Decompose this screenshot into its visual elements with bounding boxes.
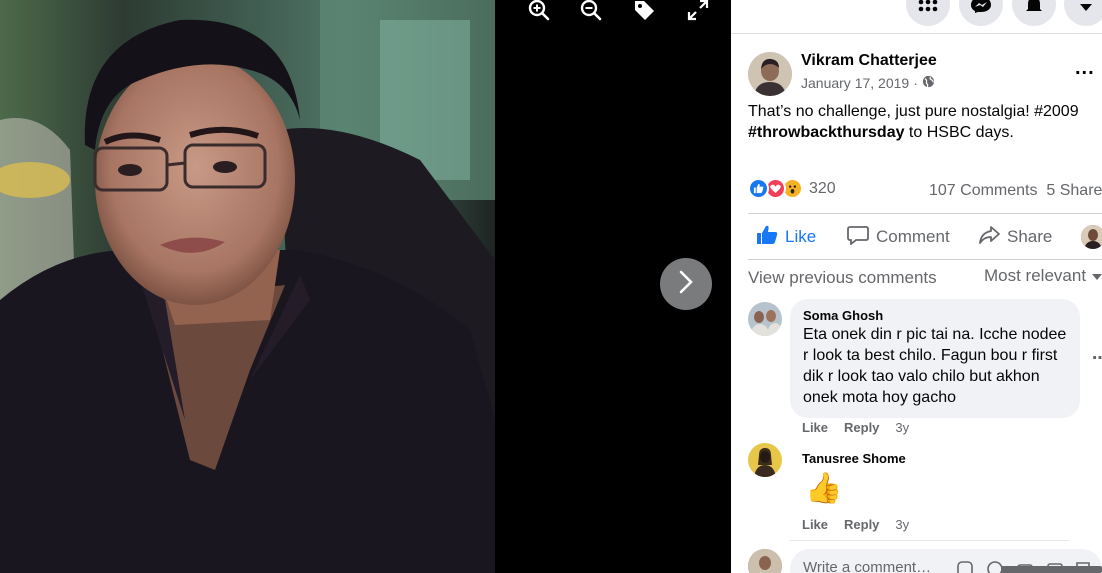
shares-count[interactable]: 5 Shares [1046, 182, 1102, 199]
caret-down-icon [1092, 266, 1102, 286]
share-button[interactable]: Share [978, 218, 1052, 256]
hashtag-throwbackthursday[interactable]: #throwbackthursday [748, 124, 904, 141]
comment-options-button[interactable]: ⋯ [1092, 348, 1102, 368]
post-photo[interactable] [0, 0, 495, 573]
thumbs-up-icon [756, 225, 778, 250]
comment-author[interactable]: Tanusree Shome [802, 451, 906, 466]
menu-grid-icon [918, 0, 938, 18]
like-button[interactable]: Like [756, 218, 816, 256]
photo-viewer [0, 0, 731, 573]
comment-time[interactable]: 3y [895, 517, 909, 532]
like-reaction-icon [748, 178, 769, 199]
react-as-avatar[interactable] [1081, 225, 1102, 249]
divider [748, 259, 1102, 260]
post-date[interactable]: January 17, 2019 [801, 75, 909, 91]
post-options-button[interactable]: ... [1075, 58, 1095, 78]
comment-actions: Like Reply 3y [802, 517, 909, 532]
comment-bubble-icon [847, 225, 869, 250]
account-caret-icon [1079, 0, 1093, 18]
view-previous-comments-link[interactable]: View previous comments [748, 268, 937, 288]
comment-label: Comment [876, 227, 950, 246]
bell-icon [1025, 0, 1043, 18]
commenter-avatar[interactable] [748, 302, 782, 336]
comment-input[interactable] [803, 559, 943, 573]
menu-grid-button[interactable] [906, 0, 950, 26]
author-name[interactable]: Vikram Chatterjee [801, 52, 937, 70]
post-side-panel: Vikram Chatterjee January 17, 2019 · ...… [731, 0, 1102, 573]
sort-label: Most relevant [984, 266, 1087, 285]
photo-post-view: Vikram Chatterjee January 17, 2019 · ...… [0, 0, 1102, 573]
post-text-part-1: That’s no challenge, just pure nostalgia… [748, 103, 1035, 120]
hashtag-2009[interactable]: #2009 [1034, 103, 1079, 120]
post-text: That’s no challenge, just pure nostalgia… [748, 101, 1093, 143]
comment-author[interactable]: Soma Ghosh [803, 308, 1067, 323]
zoom-in-icon[interactable] [525, 0, 553, 24]
globe-icon [922, 75, 935, 91]
top-navigation-bar [731, 0, 1102, 34]
post-actions-bar: Like Comment Share [748, 218, 1102, 256]
current-user-avatar[interactable] [748, 549, 782, 573]
like-label: Like [785, 227, 817, 246]
comment-text: Eta onek din r pic tai na. Icche nodee r… [803, 326, 1067, 406]
zoom-out-icon[interactable] [577, 0, 605, 24]
share-arrow-icon [978, 225, 1000, 250]
post-text-part-2: to HSBC days. [904, 124, 1014, 141]
messenger-icon [971, 0, 991, 18]
commenter-avatar[interactable] [748, 443, 782, 477]
comment-like-button[interactable]: Like [802, 420, 828, 435]
comment-sort-dropdown[interactable]: Most relevant [984, 266, 1102, 286]
comment-reply-button[interactable]: Reply [844, 420, 879, 435]
divider [790, 540, 1069, 541]
comment-like-button[interactable]: Like [802, 517, 828, 532]
account-button[interactable] [1064, 0, 1102, 26]
meta-separator: · [913, 75, 918, 91]
engagement-counts: 107 Comments 5 Shares [929, 182, 1102, 200]
next-photo-button[interactable] [660, 258, 712, 310]
reaction-count: 320 [809, 179, 836, 197]
comments-count[interactable]: 107 Comments [929, 182, 1038, 199]
comment-actions: Like Reply 3y [802, 420, 909, 435]
divider [748, 213, 1102, 214]
comment-reply-button[interactable]: Reply [844, 517, 879, 532]
comment-block: Tanusree Shome [802, 451, 906, 467]
reactions-summary[interactable]: 320 [748, 178, 836, 199]
comment-emoji: 👍 [805, 472, 842, 506]
avatar-sticker-icon[interactable] [956, 560, 974, 573]
horizontal-scrollbar[interactable] [1001, 566, 1102, 573]
comment-button[interactable]: Comment [847, 218, 950, 256]
notifications-button[interactable] [1012, 0, 1056, 26]
comment-bubble: Soma Ghosh Eta onek din r pic tai na. Ic… [790, 299, 1080, 418]
thumbs-up-emoji: 👍 [805, 472, 843, 505]
comment-time[interactable]: 3y [895, 420, 909, 435]
tag-icon[interactable] [630, 0, 658, 24]
fullscreen-icon[interactable] [684, 0, 712, 24]
share-label: Share [1007, 227, 1053, 246]
author-avatar[interactable] [748, 52, 792, 96]
chevron-right-icon [677, 269, 695, 300]
messenger-button[interactable] [959, 0, 1003, 26]
post-meta: January 17, 2019 · [801, 75, 935, 91]
